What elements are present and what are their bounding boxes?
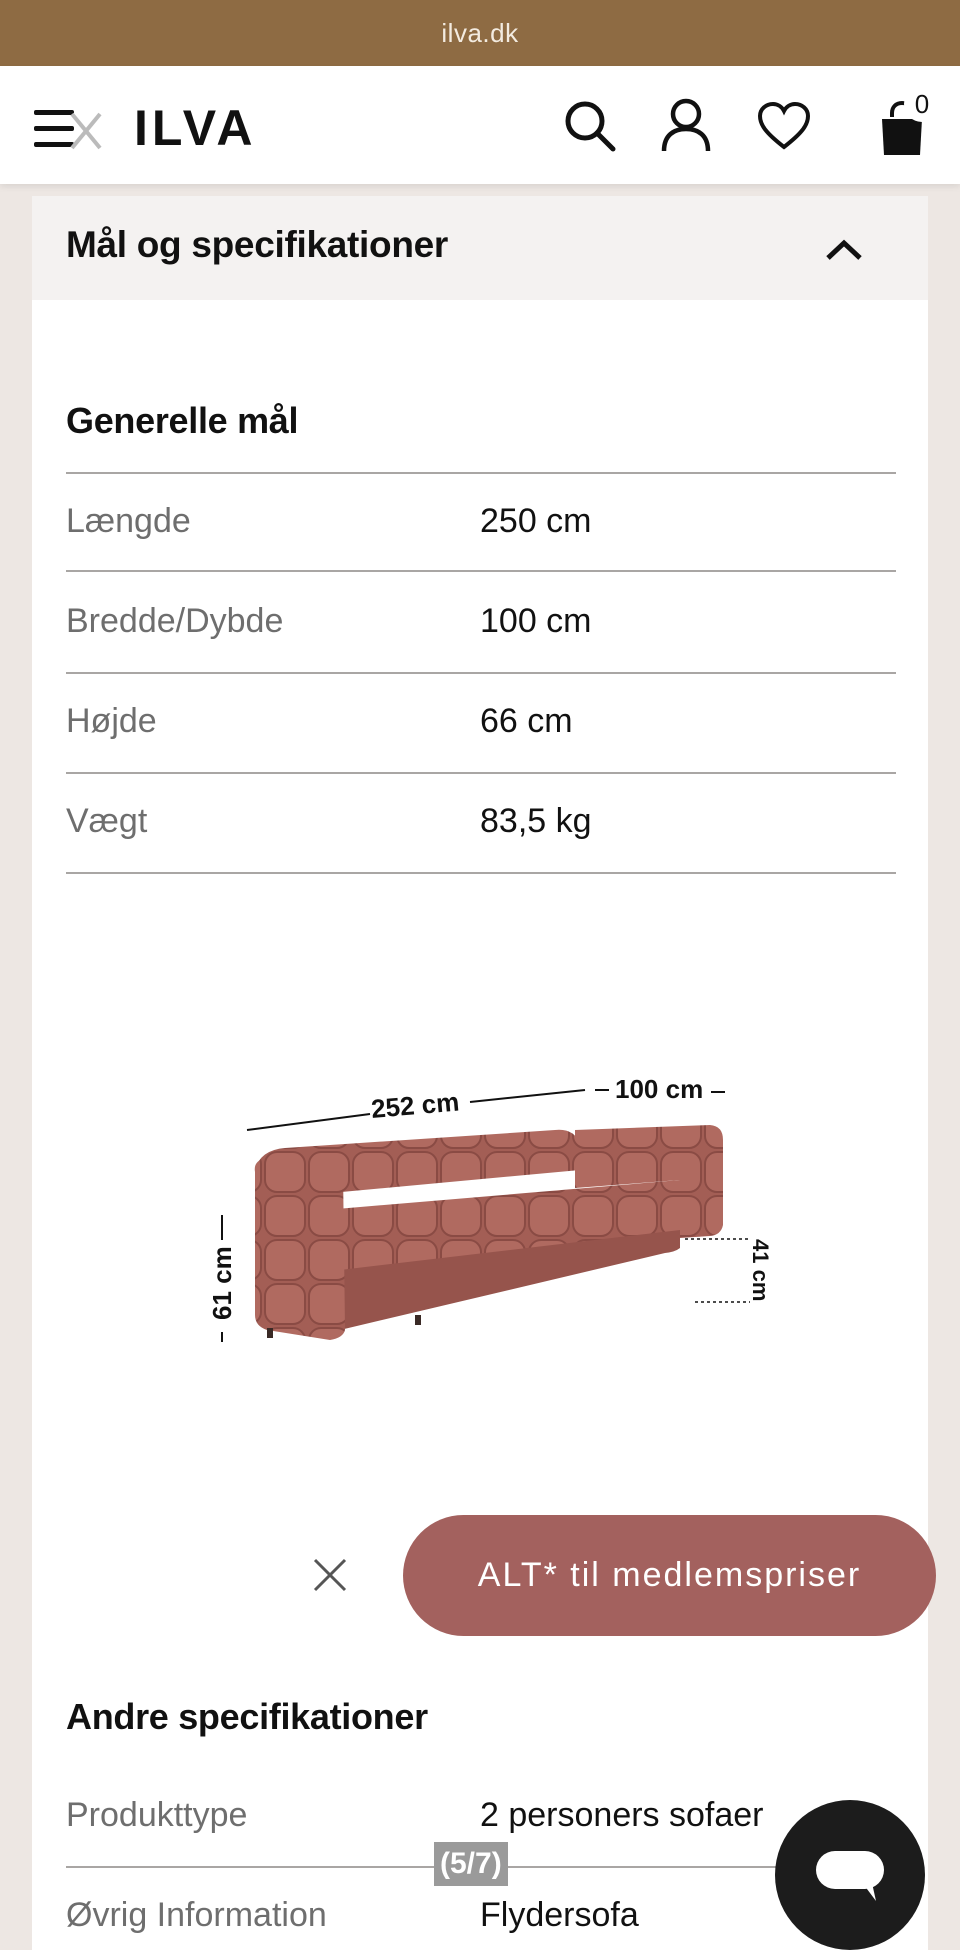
sofa-leg [267, 1328, 273, 1338]
wishlist-button[interactable] [754, 96, 814, 156]
spec-label: Højde [66, 702, 157, 740]
spec-value: 83,5 kg [480, 802, 592, 840]
spec-value: 2 personers sofaer [480, 1796, 764, 1834]
length-dimension-line [246, 1113, 371, 1131]
menu-button[interactable] [28, 102, 108, 156]
spec-label: Bredde/Dybde [66, 602, 284, 640]
spec-row-height: Højde 66 cm [66, 674, 896, 774]
search-icon [565, 101, 616, 152]
spec-label: Længde [66, 502, 191, 540]
accordion-title: Mål og specifikationer [66, 224, 448, 265]
cart-button[interactable]: 0 [870, 86, 940, 162]
url-text: ilva.dk [441, 17, 519, 48]
member-prices-label: ALT* til medlemspriser [477, 1556, 862, 1594]
spec-label: Øvrig Information [66, 1896, 327, 1934]
account-button[interactable] [656, 94, 716, 156]
spec-label: Vægt [66, 802, 148, 840]
length-dimension-label: 252 cm [370, 1086, 460, 1124]
chat-button[interactable] [775, 1800, 925, 1950]
close-banner-button[interactable] [300, 1545, 360, 1605]
close-icon [313, 1558, 347, 1592]
cart-count-badge: 0 [904, 86, 940, 122]
spec-row-width: Bredde/Dybde 100 cm [66, 574, 896, 674]
spec-value: 250 cm [480, 502, 592, 540]
ilva-logo[interactable]: ILVA [134, 98, 256, 158]
specifications-accordion-header[interactable]: Mål og specifikationer [32, 196, 928, 300]
heart-icon [757, 101, 811, 150]
spec-value: 100 cm [480, 602, 592, 640]
site-header: ILVA 0 [0, 66, 960, 184]
browser-url-bar[interactable]: ilva.dk [0, 0, 960, 66]
spec-value: Flydersofa [480, 1896, 639, 1934]
spec-value: 66 cm [480, 702, 573, 740]
collapse-button[interactable] [822, 230, 866, 270]
search-button[interactable] [560, 96, 620, 156]
gallery-counter: (5/7) [434, 1842, 508, 1886]
sofa-leg [415, 1315, 421, 1325]
member-prices-button[interactable]: ALT* til medlemspriser [403, 1515, 936, 1636]
length-dimension-line [469, 1089, 586, 1103]
user-icon [661, 98, 711, 152]
spec-label: Produkttype [66, 1796, 248, 1834]
sofa-dimension-diagram[interactable]: 252 cm 100 cm 61 cm 41 cm [175, 930, 775, 1400]
other-specifications-heading: Andre specifikationer [66, 1696, 428, 1737]
height-dimension-label: 61 cm [207, 1246, 237, 1320]
chat-bubble-icon [816, 1851, 884, 1901]
menu-icon [34, 110, 102, 150]
spec-row-weight: Vægt 83,5 kg [66, 774, 896, 874]
seat-height-label: 41 cm [748, 1239, 773, 1301]
chevron-up-icon [826, 239, 862, 260]
spec-row-length: Længde 250 cm [66, 472, 896, 572]
sofa-left-arm [254, 1154, 345, 1340]
general-dimensions-heading: Generelle mål [66, 400, 299, 441]
depth-dimension-label: 100 cm [615, 1074, 703, 1104]
